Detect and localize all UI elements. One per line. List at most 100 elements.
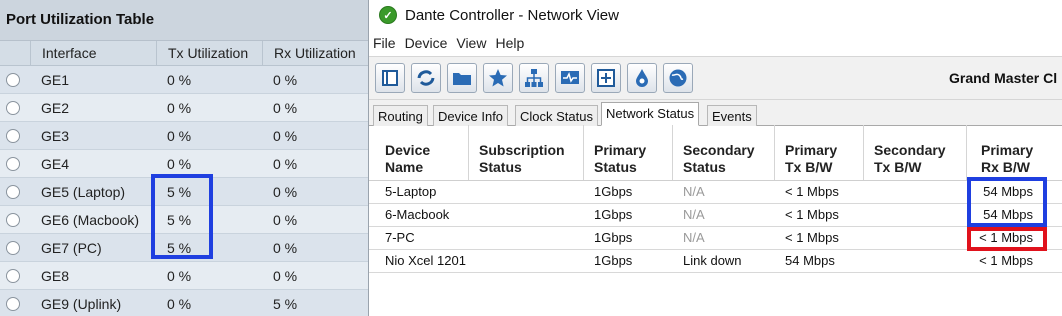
primary-status-cell: 1Gbps	[594, 230, 633, 245]
drop-icon[interactable]	[627, 63, 657, 93]
primary-rx-cell: 54 Mbps	[983, 184, 1033, 199]
tx-utilization-cell: 0 %	[167, 295, 192, 312]
tx-utilization-cell: 0 %	[167, 155, 192, 172]
window-title: Dante Controller - Network View	[405, 6, 619, 24]
port-row[interactable]: GE7 (PC) 5 % 0 %	[0, 234, 368, 262]
device-row[interactable]: 6-Macbook 1Gbps N/A < 1 Mbps 54 Mbps	[369, 204, 1062, 227]
rx-utilization-cell: 0 %	[273, 267, 298, 284]
header-secondary-tx[interactable]: Secondary Tx B/W	[864, 125, 967, 180]
tx-utilization-cell: 0 %	[167, 99, 192, 116]
monitor-icon[interactable]	[555, 63, 585, 93]
row-select-radio[interactable]	[6, 268, 20, 283]
rx-utilization-cell: 0 %	[273, 211, 298, 228]
subscription-status-cell	[469, 204, 584, 226]
device-row[interactable]: 7-PC 1Gbps N/A < 1 Mbps < 1 Mbps	[369, 227, 1062, 250]
rx-utilization-cell: 0 %	[273, 183, 298, 200]
header-device-name[interactable]: Device Name	[375, 125, 469, 180]
star-icon[interactable]	[483, 63, 513, 93]
port-row[interactable]: GE2 0 % 0 %	[0, 94, 368, 122]
primary-status-cell: 1Gbps	[594, 253, 633, 268]
primary-rx-cell: 54 Mbps	[983, 207, 1033, 222]
port-row[interactable]: GE5 (Laptop) 5 % 0 %	[0, 178, 368, 206]
tx-utilization-cell: 0 %	[167, 267, 192, 284]
panel-icon[interactable]	[375, 63, 405, 93]
header-tx-utilization[interactable]: Tx Utilization	[156, 41, 262, 65]
header-secondary-status[interactable]: Secondary Status	[673, 125, 775, 180]
header-subscription-status[interactable]: Subscription Status	[469, 125, 584, 180]
interface-cell: GE2	[41, 99, 70, 116]
refresh-icon[interactable]	[411, 63, 441, 93]
primary-tx-cell: < 1 Mbps	[785, 207, 839, 222]
port-row[interactable]: GE4 0 % 0 %	[0, 150, 368, 178]
primary-tx-cell: < 1 Mbps	[785, 230, 839, 245]
secondary-status-cell: N/A	[683, 207, 705, 222]
header-primary-rx[interactable]: Primary Rx B/W	[967, 125, 1062, 180]
secondary-status-cell: N/A	[683, 184, 705, 199]
tab-strip: Routing Device Info Clock Status Network…	[369, 100, 1062, 126]
network-status-grid: Device Name Subscription Status Primary Sta…	[369, 125, 1062, 273]
tx-utilization-cell: 5 %	[167, 239, 192, 256]
port-row[interactable]: GE9 (Uplink) 0 % 5 %	[0, 290, 368, 316]
port-row[interactable]: GE3 0 % 0 %	[0, 122, 368, 150]
tab-device-info[interactable]: Device Info	[433, 105, 509, 126]
row-select-radio[interactable]	[6, 128, 20, 143]
primary-status-cell: 1Gbps	[594, 184, 633, 199]
rx-utilization-cell: 0 %	[273, 71, 298, 88]
port-table-header: Interface Tx Utilization Rx Utilization	[0, 41, 368, 66]
menu-help[interactable]: Help	[495, 35, 524, 51]
tab-routing[interactable]: Routing	[373, 105, 428, 126]
menu-device[interactable]: Device	[405, 35, 448, 51]
menu-file[interactable]: File	[373, 35, 396, 51]
rx-utilization-cell: 0 %	[273, 99, 298, 116]
interface-cell: GE5 (Laptop)	[41, 183, 126, 200]
grand-master-label: Grand Master Cl	[949, 70, 1058, 86]
grid-header: Device Name Subscription Status Primary Sta…	[369, 125, 1062, 181]
interface-cell: GE4	[41, 155, 70, 172]
port-row[interactable]: GE6 (Macbook) 5 % 0 %	[0, 206, 368, 234]
tab-clock-status[interactable]: Clock Status	[515, 105, 598, 126]
primary-tx-cell: 54 Mbps	[785, 253, 835, 268]
menu-bar: File Device View Help	[369, 30, 1062, 56]
device-name-cell: 7-PC	[385, 230, 415, 245]
secondary-tx-cell	[864, 181, 967, 203]
header-interface[interactable]: Interface	[30, 41, 156, 65]
secondary-tx-cell	[864, 204, 967, 226]
device-name-cell: Nio Xcel 1201	[385, 253, 466, 268]
dante-controller-window: ✓ Dante Controller - Network View File D…	[368, 0, 1062, 316]
tx-utilization-cell: 0 %	[167, 71, 192, 88]
row-select-radio[interactable]	[6, 212, 20, 227]
subscription-status-cell	[469, 227, 584, 249]
secondary-tx-cell	[864, 227, 967, 249]
rx-utilization-cell: 0 %	[273, 239, 298, 256]
secondary-status-cell: Link down	[683, 253, 742, 268]
row-select-radio[interactable]	[6, 72, 20, 87]
row-select-radio[interactable]	[6, 156, 20, 171]
globe-icon[interactable]	[663, 63, 693, 93]
tx-utilization-cell: 5 %	[167, 211, 192, 228]
tx-utilization-cell: 0 %	[167, 127, 192, 144]
toolbar: Grand Master Cl	[369, 56, 1062, 100]
header-primary-tx[interactable]: Primary Tx B/W	[775, 125, 864, 180]
tab-network-status[interactable]: Network Status	[601, 102, 700, 126]
header-primary-status[interactable]: Primary Status	[584, 125, 673, 180]
primary-rx-cell: < 1 Mbps	[979, 230, 1033, 245]
add-icon[interactable]	[591, 63, 621, 93]
menu-view[interactable]: View	[456, 35, 486, 51]
port-table-title: Port Utilization Table	[0, 0, 368, 41]
tab-events[interactable]: Events	[707, 105, 757, 126]
row-select-radio[interactable]	[6, 184, 20, 199]
row-select-radio[interactable]	[6, 296, 20, 311]
device-row[interactable]: Nio Xcel 1201 1Gbps Link down 54 Mbps < 1 Mb…	[369, 250, 1062, 273]
port-utilization-table: Interface Tx Utilization Rx Utilization …	[0, 41, 368, 316]
device-row[interactable]: 5-Laptop 1Gbps N/A < 1 Mbps 54 Mbps	[369, 181, 1062, 204]
secondary-tx-cell	[864, 250, 967, 272]
port-row[interactable]: GE1 0 % 0 %	[0, 66, 368, 94]
row-select-radio[interactable]	[6, 100, 20, 115]
network-icon[interactable]	[519, 63, 549, 93]
folder-icon[interactable]	[447, 63, 477, 93]
port-row[interactable]: GE8 0 % 0 %	[0, 262, 368, 290]
subscription-status-cell	[469, 181, 584, 203]
row-select-radio[interactable]	[6, 240, 20, 255]
header-rx-utilization[interactable]: Rx Utilization	[262, 41, 368, 65]
interface-cell: GE9 (Uplink)	[41, 295, 122, 312]
